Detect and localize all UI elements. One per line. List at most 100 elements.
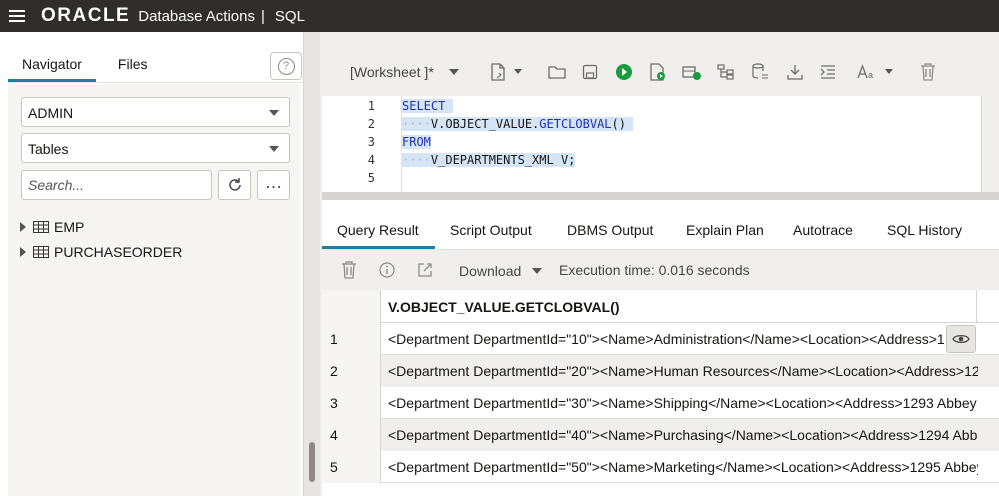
expand-arrow-icon[interactable] bbox=[20, 246, 26, 257]
table-row[interactable]: 4 <Department DepartmentId="40"><Name>Pu… bbox=[322, 419, 999, 451]
code-identifier: V_DEPARTMENTS_XML V; bbox=[430, 153, 576, 167]
schema-select-value: ADMIN bbox=[28, 105, 74, 121]
folder-icon bbox=[548, 66, 566, 79]
tab-explain-plan[interactable]: Explain Plan bbox=[686, 222, 764, 238]
font-size-icon: a bbox=[857, 64, 873, 80]
tree-item-purchaseorder[interactable]: PURCHASEORDER bbox=[20, 239, 182, 264]
tab-autotrace[interactable]: Autotrace bbox=[793, 222, 853, 238]
code-line: ····V_DEPARTMENTS_XML V; bbox=[402, 153, 576, 167]
history-button[interactable] bbox=[749, 61, 771, 83]
indent-icon bbox=[820, 65, 835, 79]
table-cell[interactable]: <Department DepartmentId="20"><Name>Huma… bbox=[388, 363, 978, 379]
execution-time: Execution time: 0.016 seconds bbox=[559, 262, 750, 278]
worksheet-toolbar: [Worksheet ]* a bbox=[322, 48, 999, 96]
save-button[interactable] bbox=[579, 61, 601, 83]
row-number: 4 bbox=[322, 419, 381, 451]
external-link-icon bbox=[418, 263, 432, 277]
clear-results-button[interactable] bbox=[338, 259, 360, 281]
svg-text:a: a bbox=[868, 70, 873, 80]
download-button[interactable] bbox=[784, 61, 806, 83]
chevron-down-icon bbox=[269, 110, 279, 116]
run-icon bbox=[616, 64, 632, 80]
tab-navigator[interactable]: Navigator bbox=[8, 50, 96, 82]
download-menu[interactable]: Download bbox=[459, 263, 521, 279]
chevron-down-icon[interactable] bbox=[449, 69, 459, 75]
run-script-icon bbox=[650, 63, 665, 81]
autotrace-button[interactable] bbox=[715, 61, 737, 83]
code-keyword: FROM bbox=[402, 135, 431, 149]
schema-select[interactable]: ADMIN bbox=[21, 97, 290, 127]
row-number: 5 bbox=[322, 451, 381, 483]
tree-item-emp[interactable]: EMP bbox=[20, 214, 182, 239]
open-in-new-button[interactable] bbox=[414, 259, 436, 281]
sql-editor[interactable]: 1 2 3 4 5 SELECT ····V.OBJECT_VALUE.GETC… bbox=[322, 96, 981, 192]
column-header[interactable]: V.OBJECT_VALUE.GETCLOBVAL() bbox=[388, 299, 620, 315]
tree-diagram-icon bbox=[717, 64, 734, 80]
app-title: Database Actions bbox=[138, 7, 255, 25]
row-number: 3 bbox=[322, 387, 381, 419]
navigator-tabs: Navigator Files bbox=[8, 50, 298, 82]
object-type-select[interactable]: Tables bbox=[21, 133, 290, 163]
table-cell[interactable]: <Department DepartmentId="30"><Name>Ship… bbox=[388, 395, 978, 411]
tab-dbms-output[interactable]: DBMS Output bbox=[567, 222, 653, 238]
editor-scrollbar[interactable] bbox=[981, 96, 999, 192]
table-icon bbox=[33, 220, 49, 233]
editor-results-splitter[interactable] bbox=[322, 192, 999, 200]
chevron-down-icon[interactable] bbox=[514, 69, 522, 74]
table-row[interactable]: 5 <Department DepartmentId="50"><Name>Ma… bbox=[322, 451, 999, 483]
refresh-button[interactable] bbox=[218, 170, 251, 200]
code-function: GETCLOBVAL bbox=[539, 117, 612, 131]
info-button[interactable] bbox=[376, 259, 398, 281]
more-icon: … bbox=[264, 171, 283, 192]
object-type-select-value: Tables bbox=[28, 141, 69, 157]
navigator-panel: Navigator Files ? ADMIN Tables … EMP bbox=[0, 32, 304, 496]
view-value-button[interactable] bbox=[946, 325, 976, 353]
worksheet-select[interactable]: [Worksheet ]* bbox=[350, 64, 434, 80]
code-paren: () bbox=[611, 117, 626, 131]
table-row[interactable]: 2 <Department DepartmentId="20"><Name>Hu… bbox=[322, 355, 999, 387]
code-line: SELECT bbox=[402, 97, 453, 115]
run-script-button[interactable] bbox=[647, 61, 669, 83]
eye-icon bbox=[952, 334, 970, 344]
trash-icon bbox=[921, 63, 935, 81]
top-bar: ORACLE Database Actions | SQL bbox=[0, 0, 999, 32]
search-input[interactable] bbox=[21, 170, 212, 200]
table-cell[interactable]: <Department DepartmentId="10"><Name>Admi… bbox=[388, 331, 944, 347]
row-number: 1 bbox=[322, 323, 381, 355]
chevron-down-icon[interactable] bbox=[885, 69, 893, 74]
row-number: 2 bbox=[322, 355, 381, 387]
oracle-logo: ORACLE bbox=[41, 5, 131, 26]
explain-plan-button[interactable] bbox=[681, 61, 703, 83]
help-button[interactable]: ? bbox=[270, 52, 302, 80]
more-options-button[interactable]: … bbox=[257, 170, 290, 200]
code-line: FROM bbox=[402, 133, 431, 151]
results-tabs: Query Result Script Output DBMS Output E… bbox=[322, 200, 999, 250]
active-tab-indicator bbox=[322, 246, 435, 249]
font-size-button[interactable]: a bbox=[856, 61, 878, 83]
chevron-down-icon[interactable] bbox=[532, 268, 542, 274]
new-worksheet-button[interactable] bbox=[487, 61, 509, 83]
title-separator: | bbox=[260, 7, 265, 25]
table-row[interactable]: 1 <Department DepartmentId="10"><Name>Ad… bbox=[322, 323, 999, 355]
tab-sql-history[interactable]: SQL History bbox=[887, 222, 962, 238]
hamburger-menu-icon[interactable] bbox=[9, 10, 25, 22]
expand-arrow-icon[interactable] bbox=[20, 221, 26, 232]
navigator-body: ADMIN Tables … EMP PURCHASEORDER bbox=[8, 84, 300, 496]
run-statement-button[interactable] bbox=[613, 61, 635, 83]
open-button[interactable] bbox=[546, 61, 568, 83]
table-cell[interactable]: <Department DepartmentId="40"><Name>Purc… bbox=[388, 427, 978, 443]
panel-splitter[interactable] bbox=[304, 32, 320, 496]
clear-button[interactable] bbox=[917, 61, 939, 83]
tab-query-result[interactable]: Query Result bbox=[337, 222, 419, 238]
format-button[interactable] bbox=[817, 61, 839, 83]
splitter-handle[interactable] bbox=[309, 442, 315, 482]
info-icon bbox=[379, 262, 395, 278]
line-number: 2 bbox=[367, 117, 375, 131]
tab-files[interactable]: Files bbox=[104, 50, 162, 82]
tab-script-output[interactable]: Script Output bbox=[450, 222, 532, 238]
row-number-header bbox=[322, 290, 381, 323]
database-icon bbox=[752, 63, 768, 79]
table-cell[interactable]: <Department DepartmentId="50"><Name>Mark… bbox=[388, 459, 978, 475]
table-row[interactable]: 3 <Department DepartmentId="30"><Name>Sh… bbox=[322, 387, 999, 419]
result-grid: V.OBJECT_VALUE.GETCLOBVAL() 1 <Departmen… bbox=[322, 290, 999, 496]
